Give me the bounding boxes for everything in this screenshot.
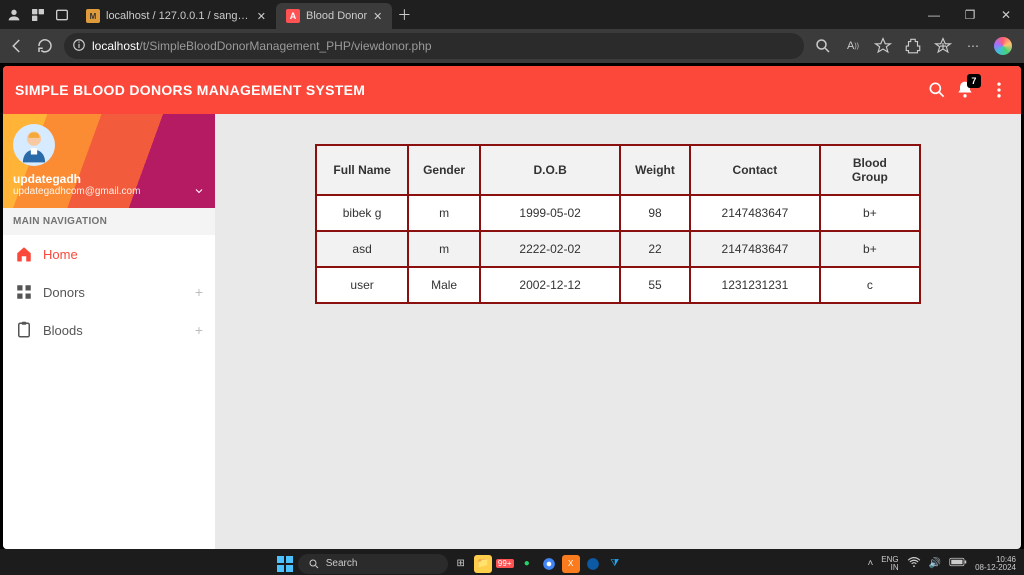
- address-bar[interactable]: localhost/t/SimpleBloodDonorManagement_P…: [64, 33, 804, 59]
- col-blood: Blood Group: [820, 145, 920, 195]
- nav-label: Home: [43, 247, 78, 262]
- browser-tab-0[interactable]: M localhost / 127.0.0.1 / sangamdb ✕: [76, 3, 276, 29]
- table-row: asd m 2222-02-02 22 2147483647 b+: [316, 231, 920, 267]
- grid-icon: [15, 283, 33, 301]
- edge-icon[interactable]: [584, 555, 602, 573]
- close-icon[interactable]: ✕: [257, 10, 266, 23]
- nav-section-label: MAIN NAVIGATION: [3, 208, 215, 235]
- app-header: SIMPLE BLOOD DONORS MANAGEMENT SYSTEM 7: [3, 66, 1021, 114]
- system-clock[interactable]: 10:46 08-12-2024: [975, 556, 1016, 572]
- nav-label: Donors: [43, 285, 85, 300]
- windows-taskbar: Search ⊞ 📁 99+ ● X ⧩ ˄ ENG IN 🔊 10:46: [0, 549, 1024, 575]
- expand-icon[interactable]: +: [195, 284, 203, 300]
- extensions-icon[interactable]: [904, 37, 922, 55]
- explorer-icon[interactable]: 📁: [474, 555, 492, 573]
- close-icon[interactable]: ✕: [373, 10, 382, 23]
- url-path: /t/SimpleBloodDonorManagement_PHP/viewdo…: [139, 39, 431, 53]
- xampp-icon[interactable]: X: [562, 555, 580, 573]
- app-favicon-icon: A: [286, 9, 300, 23]
- sidebar-item-home[interactable]: Home: [3, 235, 215, 273]
- titlebar-left: [0, 0, 76, 29]
- chevron-down-icon[interactable]: [193, 185, 205, 200]
- col-gender: Gender: [408, 145, 480, 195]
- window-maximize-button[interactable]: ❐: [952, 0, 988, 29]
- phpmyadmin-icon: M: [86, 9, 100, 23]
- copilot-icon[interactable]: [994, 37, 1012, 55]
- browser-toolbar: localhost/t/SimpleBloodDonorManagement_P…: [0, 29, 1024, 63]
- tray-chevron-icon[interactable]: ˄: [867, 558, 873, 569]
- zoom-icon[interactable]: [814, 37, 832, 55]
- settings-more-icon[interactable]: ⋯: [964, 37, 982, 55]
- search-placeholder: Search: [326, 558, 358, 569]
- language-indicator[interactable]: ENG IN: [881, 556, 898, 572]
- wifi-icon[interactable]: [907, 555, 921, 572]
- table-row: user Male 2002-12-12 55 1231231231 c: [316, 267, 920, 303]
- window-close-button[interactable]: ✕: [988, 0, 1024, 29]
- search-icon[interactable]: [927, 80, 947, 100]
- tab-title: Blood Donor: [306, 10, 367, 22]
- home-icon: [15, 245, 33, 263]
- col-weight: Weight: [620, 145, 690, 195]
- url-host: localhost: [92, 39, 139, 53]
- notification-badge: 7: [967, 74, 981, 88]
- window-minimize-button[interactable]: ―: [916, 0, 952, 29]
- back-button[interactable]: [8, 37, 26, 55]
- expand-icon[interactable]: +: [195, 322, 203, 338]
- col-contact: Contact: [690, 145, 820, 195]
- battery-icon[interactable]: [949, 557, 967, 570]
- new-tab-button[interactable]: ＋: [392, 0, 416, 29]
- profile-icon[interactable]: [6, 7, 22, 23]
- tab-title: localhost / 127.0.0.1 / sangamdb: [106, 10, 251, 22]
- whatsapp-icon[interactable]: ●: [518, 555, 536, 573]
- tab-actions-icon[interactable]: [54, 7, 70, 23]
- browser-tab-1[interactable]: A Blood Donor ✕: [276, 3, 392, 29]
- table-row: bibek g m 1999-05-02 98 2147483647 b+: [316, 195, 920, 231]
- table-header-row: Full Name Gender D.O.B Weight Contact Bl…: [316, 145, 920, 195]
- col-fullname: Full Name: [316, 145, 408, 195]
- window-titlebar: M localhost / 127.0.0.1 / sangamdb ✕ A B…: [0, 0, 1024, 29]
- read-aloud-icon[interactable]: A)): [844, 37, 862, 55]
- collections-icon[interactable]: [934, 37, 952, 55]
- page-viewport: SIMPLE BLOOD DONORS MANAGEMENT SYSTEM 7 …: [3, 66, 1021, 549]
- user-email: updategadhcom@gmail.com: [13, 186, 205, 197]
- nav-label: Bloods: [43, 323, 83, 338]
- sidebar-item-bloods[interactable]: Bloods +: [3, 311, 215, 349]
- more-icon[interactable]: [989, 80, 1009, 100]
- refresh-button[interactable]: [36, 37, 54, 55]
- notifications-button[interactable]: 7: [955, 80, 975, 100]
- col-dob: D.O.B: [480, 145, 620, 195]
- sidebar: updategadh updategadhcom@gmail.com MAIN …: [3, 114, 215, 549]
- favorite-icon[interactable]: [874, 37, 892, 55]
- sidebar-item-donors[interactable]: Donors +: [3, 273, 215, 311]
- chrome-icon[interactable]: [540, 555, 558, 573]
- app-title: SIMPLE BLOOD DONORS MANAGEMENT SYSTEM: [15, 82, 927, 98]
- task-view-icon[interactable]: ⊞: [452, 555, 470, 573]
- workspaces-icon[interactable]: [30, 7, 46, 23]
- site-info-icon[interactable]: [72, 38, 86, 55]
- volume-icon[interactable]: 🔊: [929, 558, 941, 569]
- user-profile[interactable]: updategadh updategadhcom@gmail.com: [3, 114, 215, 208]
- avatar: [13, 124, 55, 166]
- start-button[interactable]: [276, 555, 294, 573]
- clipboard-icon: [15, 321, 33, 339]
- vscode-icon[interactable]: ⧩: [606, 555, 624, 573]
- donors-table: Full Name Gender D.O.B Weight Contact Bl…: [315, 144, 921, 304]
- taskbar-search[interactable]: Search: [298, 554, 448, 574]
- user-name: updategadh: [13, 172, 205, 186]
- app-icon[interactable]: 99+: [496, 555, 514, 573]
- main-content: Full Name Gender D.O.B Weight Contact Bl…: [215, 114, 1021, 549]
